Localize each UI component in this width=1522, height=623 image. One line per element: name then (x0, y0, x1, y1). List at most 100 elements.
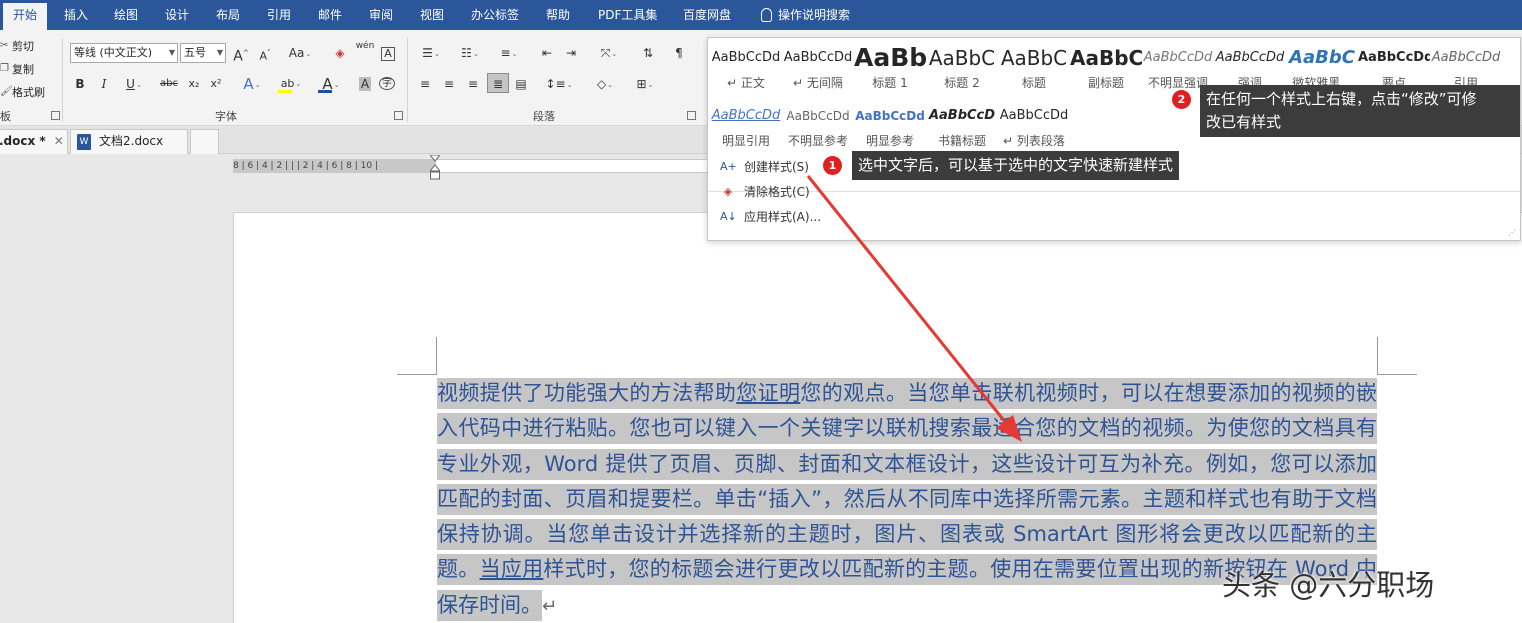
justify-icon: ≣ (492, 77, 504, 91)
chevron-down-icon: ⌄ (333, 80, 340, 89)
tab-baidu-netdisk[interactable]: 百度网盘 (683, 0, 731, 30)
apply-styles-menu-item[interactable]: A↓ 应用样式(A)... (720, 208, 821, 225)
style-no-spacing[interactable]: AaBbCcDd ↵ 无间隔 (782, 42, 854, 98)
tab-review[interactable]: 审阅 (369, 0, 393, 30)
tab-pdf-tools[interactable]: PDF工具集 (598, 0, 657, 30)
font-color-button[interactable]: A⌄ (314, 74, 348, 94)
clipboard-launcher-icon[interactable] (51, 111, 60, 120)
show-marks-button[interactable]: ¶ (672, 43, 686, 63)
character-shading-button[interactable]: A (356, 74, 374, 94)
highlight-button[interactable]: ab⌄ (274, 74, 308, 94)
cut-button[interactable]: ✂ 剪切 (0, 38, 34, 54)
format-painter-button[interactable]: 🖌 格式刷 (0, 84, 45, 100)
grow-font-button[interactable]: A^ (232, 43, 250, 65)
line-spacing-icon: ↕≡ (545, 77, 566, 91)
indent-icon: ⇥ (565, 46, 577, 60)
style-intense-quote[interactable]: AaBbCcDd 明显引用 (710, 100, 782, 156)
tab-design[interactable]: 设计 (165, 0, 189, 30)
multilevel-list-icon: ≡ (500, 46, 511, 60)
align-left-button[interactable]: ≡ (416, 74, 434, 94)
crop-mark (1377, 374, 1417, 375)
style-title[interactable]: AaBbC 标题 (998, 42, 1070, 98)
resize-grip-icon[interactable]: ⋰ (1508, 228, 1516, 237)
tab-help[interactable]: 帮助 (546, 0, 570, 30)
subscript-button[interactable]: x₂ (185, 74, 203, 94)
tab-insert[interactable]: 插入 (64, 0, 88, 30)
bullet-list-icon: ☰ (422, 46, 433, 60)
change-case-button[interactable]: Aa⌄ (283, 43, 317, 63)
font-launcher-icon[interactable] (394, 111, 403, 120)
clear-formatting-menu-item[interactable]: ◈ 清除格式(C) (720, 183, 810, 200)
superscript-button[interactable]: x² (207, 74, 225, 94)
style-subtitle[interactable]: AaBbC 副标题 (1070, 42, 1142, 98)
phonetic-guide-button[interactable]: wén (354, 41, 376, 61)
character-border-button[interactable]: A (379, 43, 397, 63)
borders-icon: ⊞ (636, 77, 647, 91)
increase-indent-button[interactable]: ⇥ (562, 43, 580, 63)
text-effects-button[interactable]: A⌄ (236, 74, 268, 94)
clear-formatting-button[interactable]: ◈ (330, 43, 350, 63)
font-name-select[interactable]: 等线 (中文正文) ▼ (70, 43, 178, 63)
horizontal-ruler[interactable]: 8 | 6 | 4 | 2 | | | 2 | 4 | 6 | 8 | 10 | (233, 159, 708, 173)
sort-button[interactable]: ⇅ (638, 43, 658, 63)
shrink-font-button[interactable]: A˅ (256, 43, 274, 63)
new-tab-button[interactable] (190, 129, 219, 154)
callout-1-text: 选中文字后，可以基于选中的文字快速新建样式 (852, 151, 1180, 180)
chevron-down-icon: ⌄ (254, 80, 261, 89)
numbering-button[interactable]: ☷⌄ (455, 43, 485, 63)
numbered-list-icon: ☷ (461, 46, 472, 60)
tab-view[interactable]: 视图 (420, 0, 444, 30)
style-intense-reference[interactable]: AaBbCcDd 明显参考 (854, 100, 926, 156)
italic-button[interactable]: I (96, 74, 112, 94)
chevron-down-icon: ⌄ (305, 49, 312, 58)
bullets-button[interactable]: ☰⌄ (416, 43, 446, 63)
watermark-text: 头条 @六分职场 (1222, 568, 1435, 602)
paragraph-launcher-icon[interactable] (687, 111, 696, 120)
tab-office-tabs[interactable]: 办公标签 (471, 0, 519, 30)
shading-button[interactable]: ◇⌄ (588, 74, 622, 94)
bold-button[interactable]: B (72, 74, 88, 94)
close-tab-icon[interactable]: ✕ (54, 134, 64, 148)
paragraph-group-label: 段落 (533, 110, 555, 123)
justify-button[interactable]: ≣ (487, 73, 509, 93)
font-size-select[interactable]: 五号 ▼ (180, 43, 226, 63)
chevron-down-icon: ⌄ (472, 49, 479, 58)
style-heading-1[interactable]: AaBb 标题 1 (854, 42, 926, 98)
paragraph-mark: ↵ (542, 595, 558, 617)
eraser-icon: ◈ (335, 46, 345, 60)
line-spacing-button[interactable]: ↕≡⌄ (542, 74, 576, 94)
borders-button[interactable]: ⊞⌄ (628, 74, 662, 94)
align-center-icon: ≡ (443, 77, 455, 91)
align-right-button[interactable]: ≡ (464, 74, 482, 94)
align-right-icon: ≡ (467, 77, 479, 91)
tab-references[interactable]: 引用 (267, 0, 291, 30)
paint-bucket-icon: ◇ (596, 77, 607, 91)
callout-1-badge: 1 (823, 156, 842, 175)
chinese-layout-button[interactable]: ⤧⌄ (592, 43, 626, 63)
align-center-button[interactable]: ≡ (440, 74, 458, 94)
group-separator (407, 38, 408, 122)
style-subtle-reference[interactable]: AaBbCcDd 不明显参考 (782, 100, 854, 156)
doc-tab-document2[interactable]: W 文档2.docx (70, 129, 188, 154)
style-book-title[interactable]: AaBbCcD 书籍标题 (926, 100, 998, 156)
doc-tab-active[interactable]: .docx * ✕ (0, 129, 68, 154)
decrease-indent-button[interactable]: ⇤ (538, 43, 556, 63)
tell-me-search[interactable]: 操作说明搜索 (761, 0, 850, 30)
underline-button[interactable]: U⌄ (120, 74, 148, 94)
tab-home[interactable]: 开始 (3, 3, 48, 30)
bordered-a-icon: A (381, 47, 395, 61)
style-list-paragraph[interactable]: AaBbCcDd ↵ 列表段落 (998, 100, 1070, 156)
distributed-button[interactable]: ▤ (512, 74, 530, 94)
indent-marker-icon[interactable] (430, 155, 440, 181)
tab-mailings[interactable]: 邮件 (318, 0, 342, 30)
create-style-menu-item[interactable]: A+ 创建样式(S) (720, 158, 809, 175)
enclose-characters-button[interactable]: 字 (378, 74, 396, 94)
copy-button[interactable]: ❐ 复制 (0, 61, 34, 77)
strikethrough-button[interactable]: abc (158, 74, 180, 94)
multilevel-list-button[interactable]: ≡⌄ (494, 43, 524, 63)
tab-draw[interactable]: 绘图 (114, 0, 138, 30)
style-normal[interactable]: AaBbCcDd ↵ 正文 (710, 42, 782, 98)
group-separator (62, 38, 63, 122)
tab-layout[interactable]: 布局 (216, 0, 240, 30)
style-heading-2[interactable]: AaBbC 标题 2 (926, 42, 998, 98)
